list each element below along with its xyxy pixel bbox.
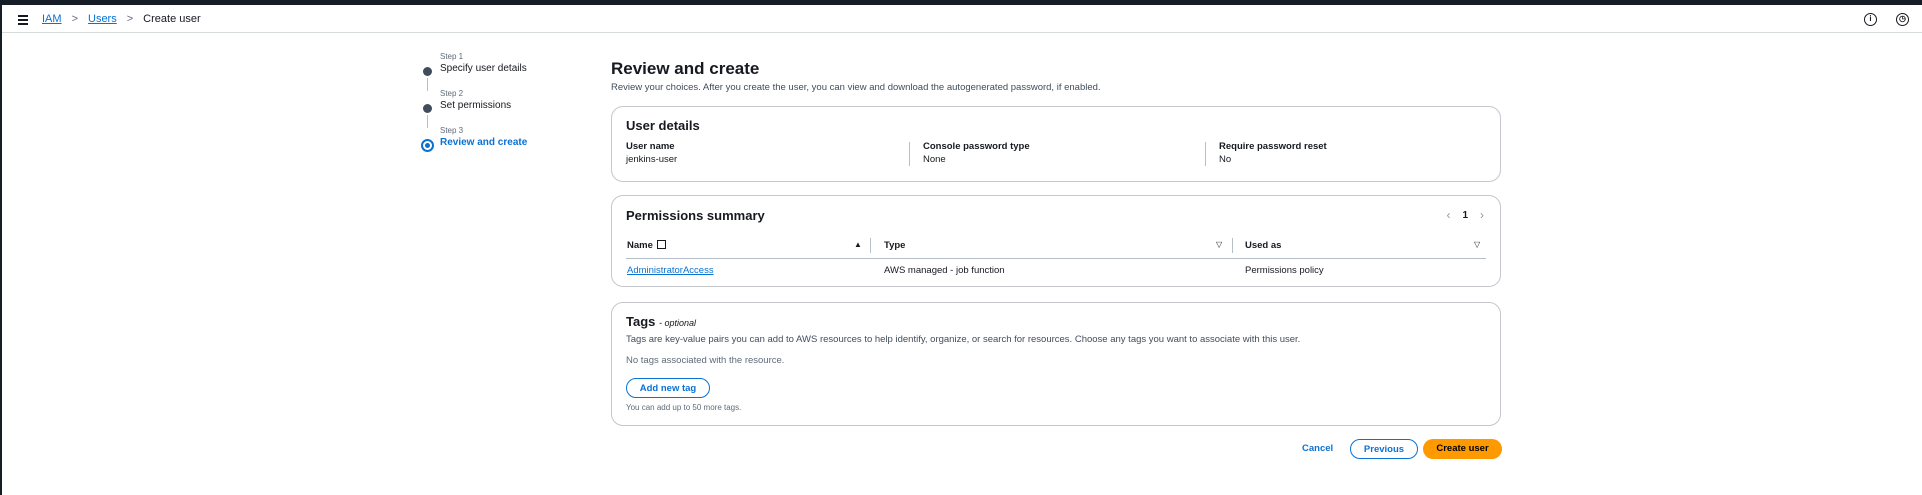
step-current-icon bbox=[421, 139, 434, 152]
top-header: IAM > Users > Create user i ◷ bbox=[2, 5, 1922, 33]
permissions-summary-card: Permissions summary ‹ 1 › Name ▲ Type ▽ … bbox=[611, 195, 1501, 287]
column-label: Name bbox=[627, 240, 653, 251]
sort-icon[interactable]: ▽ bbox=[1216, 240, 1222, 249]
field-value: None bbox=[923, 154, 946, 165]
chevron-left-icon[interactable]: ‹ bbox=[1446, 208, 1450, 222]
page-description: Review your choices. After you create th… bbox=[611, 82, 1101, 93]
add-new-tag-button[interactable]: Add new tag bbox=[626, 378, 710, 398]
tags-title: Tags - optional bbox=[626, 314, 696, 329]
step-number: Step 3 bbox=[440, 126, 464, 135]
sort-ascending-icon[interactable]: ▲ bbox=[854, 240, 862, 249]
left-edge bbox=[0, 0, 2, 495]
user-details-card: User details User name jenkins-user Cons… bbox=[611, 106, 1501, 182]
tags-limit-hint: You can add up to 50 more tags. bbox=[626, 403, 742, 412]
step-1[interactable]: Step 1 Specify user details bbox=[422, 52, 582, 91]
console-password-field: Console password type None bbox=[923, 141, 1030, 165]
field-value: No bbox=[1219, 154, 1232, 165]
cancel-button[interactable]: Cancel bbox=[1302, 443, 1333, 454]
step-dot-icon bbox=[423, 67, 432, 76]
chevron-right-icon: > bbox=[126, 13, 134, 25]
create-user-button[interactable]: Create user bbox=[1423, 439, 1502, 459]
table-row-used-as: Permissions policy bbox=[1245, 265, 1324, 276]
tags-description: Tags are key-value pairs you can add to … bbox=[626, 334, 1301, 345]
page-number[interactable]: 1 bbox=[1462, 210, 1468, 221]
field-value: jenkins-user bbox=[626, 154, 678, 165]
column-header-name[interactable]: Name bbox=[627, 239, 666, 253]
chevron-right-icon: > bbox=[71, 13, 78, 25]
breadcrumb: IAM > Users > Create user bbox=[42, 13, 201, 25]
column-divider bbox=[870, 238, 871, 253]
permissions-title: Permissions summary bbox=[626, 208, 765, 223]
breadcrumb-current: Create user bbox=[143, 13, 201, 25]
no-tags-text: No tags associated with the resource. bbox=[626, 355, 785, 366]
column-divider bbox=[909, 142, 910, 166]
step-number: Step 1 bbox=[440, 52, 464, 61]
column-header-type[interactable]: Type bbox=[884, 239, 905, 253]
wizard-steps: Step 1 Specify user details Step 2 Set p… bbox=[421, 52, 582, 163]
tags-title-text: Tags bbox=[626, 314, 656, 329]
column-divider bbox=[1232, 238, 1233, 253]
table-row-type: AWS managed - job function bbox=[884, 265, 1005, 276]
info-icon[interactable]: i bbox=[1864, 13, 1877, 26]
column-header-used-as[interactable]: Used as bbox=[1245, 239, 1281, 253]
settings-clock-icon[interactable]: ◷ bbox=[1896, 13, 1909, 26]
breadcrumb-iam-link[interactable]: IAM bbox=[42, 13, 62, 25]
field-key: Require password reset bbox=[1219, 141, 1327, 152]
step-2[interactable]: Step 2 Set permissions bbox=[422, 89, 582, 128]
sort-icon[interactable]: ▽ bbox=[1474, 240, 1480, 249]
breadcrumb-users-link[interactable]: Users bbox=[88, 13, 117, 25]
field-key: Console password type bbox=[923, 141, 1030, 152]
step-number: Step 2 bbox=[440, 89, 464, 98]
optional-label: - optional bbox=[659, 318, 697, 328]
tags-card: Tags - optional Tags are key-value pairs… bbox=[611, 302, 1501, 426]
field-key: User name bbox=[626, 141, 675, 152]
table-row-name: AdministratorAccess bbox=[627, 265, 714, 276]
external-link-icon bbox=[656, 240, 666, 249]
password-reset-field: Require password reset No bbox=[1219, 141, 1327, 165]
row-separator bbox=[626, 258, 1486, 259]
step-label: Set permissions bbox=[440, 100, 512, 111]
step-dot-icon bbox=[423, 104, 432, 113]
previous-button[interactable]: Previous bbox=[1350, 439, 1418, 459]
hamburger-menu-icon[interactable] bbox=[16, 13, 32, 27]
pagination: ‹ 1 › bbox=[1446, 208, 1484, 222]
chevron-right-icon[interactable]: › bbox=[1480, 208, 1484, 222]
user-name-field: User name jenkins-user bbox=[626, 141, 677, 165]
column-divider bbox=[1205, 142, 1206, 166]
step-3[interactable]: Step 3 Review and create bbox=[421, 126, 582, 163]
user-details-title: User details bbox=[626, 118, 700, 133]
policy-link[interactable]: AdministratorAccess bbox=[627, 265, 714, 276]
step-label: Review and create bbox=[440, 137, 528, 148]
step-label: Specify user details bbox=[440, 63, 527, 74]
page-title: Review and create bbox=[611, 59, 760, 78]
